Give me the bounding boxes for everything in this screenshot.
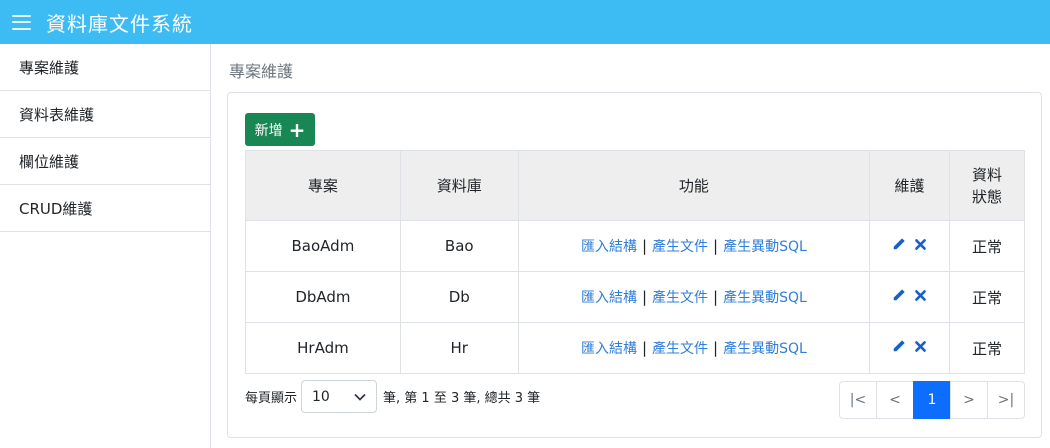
separator: | (713, 288, 719, 306)
pencil-icon[interactable] (892, 288, 906, 306)
chevron-down-icon (354, 389, 366, 405)
add-button-label: 新增 (254, 122, 283, 139)
prev-page-button[interactable]: < (876, 381, 914, 419)
record-summary: 筆, 第 1 至 3 筆, 總共 3 筆 (383, 391, 541, 406)
generate-sql-link[interactable]: 產生異動SQL (723, 290, 807, 306)
cell-database: Db (399, 271, 519, 323)
cell-status: 正常 (949, 322, 1025, 374)
top-header: 資料庫文件系統 (0, 0, 1050, 44)
header-status: 資料狀態 (949, 150, 1025, 221)
first-page-button[interactable]: |< (839, 381, 877, 419)
pagination: |< < 1 > >| (839, 381, 1025, 419)
last-page-button[interactable]: >| (987, 381, 1025, 419)
header-function: 功能 (517, 150, 871, 221)
content-card: 新增 + 專案 資料庫 功能 維護 資料狀態 BaoAdm Bao 匯入結構 |… (227, 92, 1042, 438)
cell-actions (869, 271, 951, 323)
separator: | (641, 339, 648, 357)
sidebar: 專案維護 資料表維護 欄位維護 CRUD維護 (0, 44, 211, 448)
table-header-row: 專案 資料庫 功能 維護 資料狀態 (245, 150, 1025, 221)
generate-sql-link[interactable]: 產生異動SQL (723, 341, 807, 357)
pencil-icon[interactable] (892, 237, 906, 255)
cell-database: Bao (399, 220, 519, 272)
cell-database: Hr (399, 322, 519, 374)
page-title: 專案維護 (229, 62, 294, 81)
cell-status: 正常 (949, 220, 1025, 272)
plus-icon: + (288, 117, 306, 142)
page-size-select[interactable]: 10 (301, 380, 378, 413)
cell-functions: 匯入結構 | 產生文件 | 產生異動SQL (517, 220, 871, 272)
cell-project: DbAdm (245, 271, 401, 323)
generate-sql-link[interactable]: 產生異動SQL (723, 239, 807, 255)
generate-doc-link[interactable]: 產生文件 (652, 290, 708, 306)
add-button[interactable]: 新增 + (245, 113, 315, 146)
table-row: BaoAdm Bao 匯入結構 | 產生文件 | 產生異動SQL 正常 (245, 220, 1025, 272)
import-structure-link[interactable]: 匯入結構 (581, 341, 637, 357)
separator: | (641, 288, 648, 306)
app-title: 資料庫文件系統 (46, 11, 193, 36)
separator: | (641, 237, 648, 255)
close-icon[interactable] (914, 339, 927, 357)
close-icon[interactable] (914, 288, 927, 306)
separator: | (713, 339, 719, 357)
cell-status: 正常 (949, 271, 1025, 323)
cell-actions (869, 220, 951, 272)
sidebar-item-crud[interactable]: CRUD維護 (0, 185, 210, 232)
pencil-icon[interactable] (892, 339, 906, 357)
import-structure-link[interactable]: 匯入結構 (581, 239, 637, 255)
separator: | (713, 237, 719, 255)
generate-doc-link[interactable]: 產生文件 (652, 341, 708, 357)
main-content: 專案維護 新增 + 專案 資料庫 功能 維護 資料狀態 BaoAdm Bao 匯… (211, 44, 1050, 448)
cell-functions: 匯入結構 | 產生文件 | 產生異動SQL (517, 271, 871, 323)
header-database: 資料庫 (399, 150, 519, 221)
sidebar-item-table[interactable]: 資料表維護 (0, 91, 210, 138)
generate-doc-link[interactable]: 產生文件 (652, 239, 708, 255)
per-page-label: 每頁顯示 (245, 391, 298, 406)
import-structure-link[interactable]: 匯入結構 (581, 290, 637, 306)
page-size-control: 每頁顯示 10 筆, 第 1 至 3 筆, 總共 3 筆 (245, 380, 540, 413)
header-maintain: 維護 (869, 150, 951, 221)
table-row: HrAdm Hr 匯入結構 | 產生文件 | 產生異動SQL 正常 (245, 322, 1025, 374)
cell-actions (869, 322, 951, 374)
sidebar-item-column[interactable]: 欄位維護 (0, 138, 210, 185)
cell-project: BaoAdm (245, 220, 401, 272)
hamburger-icon[interactable] (12, 14, 31, 30)
next-page-button[interactable]: > (950, 381, 988, 419)
header-project: 專案 (245, 150, 401, 221)
page-1-button[interactable]: 1 (913, 381, 951, 419)
cell-functions: 匯入結構 | 產生文件 | 產生異動SQL (517, 322, 871, 374)
project-table: 專案 資料庫 功能 維護 資料狀態 BaoAdm Bao 匯入結構 | 產生文件 | 產… (245, 150, 1025, 374)
header-status-label: 資料狀態 (971, 165, 1002, 206)
cell-project: HrAdm (245, 322, 401, 374)
table-row: DbAdm Db 匯入結構 | 產生文件 | 產生異動SQL 正常 (245, 271, 1025, 323)
sidebar-item-project[interactable]: 專案維護 (0, 44, 210, 91)
page-size-value: 10 (312, 388, 330, 405)
close-icon[interactable] (914, 237, 927, 255)
